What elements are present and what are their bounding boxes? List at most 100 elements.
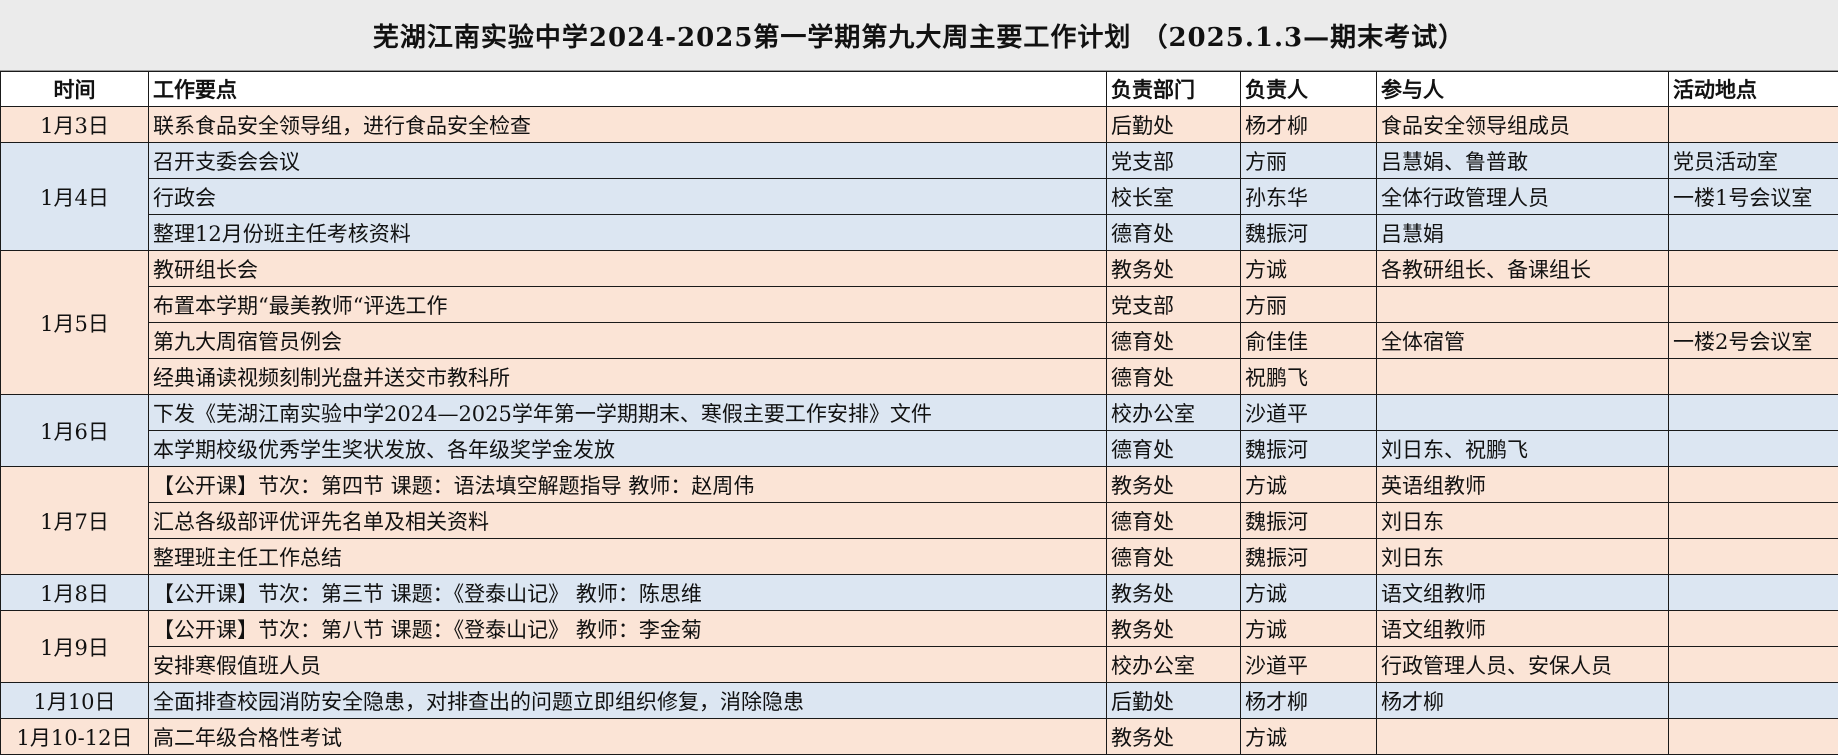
cell-participants[interactable]: 全体宿管 <box>1377 323 1669 359</box>
cell-location[interactable] <box>1669 359 1838 395</box>
cell-date[interactable]: 1月8日 <box>1 575 149 611</box>
cell-dept[interactable]: 教务处 <box>1107 719 1241 755</box>
cell-dept[interactable]: 校办公室 <box>1107 395 1241 431</box>
cell-dept[interactable]: 德育处 <box>1107 359 1241 395</box>
cell-task[interactable]: 布置本学期“最美教师“评选工作 <box>149 287 1107 323</box>
cell-location[interactable] <box>1669 395 1838 431</box>
cell-owner[interactable]: 方丽 <box>1241 287 1377 323</box>
cell-task[interactable]: 【公开课】节次：第八节 课题：《登泰山记》 教师：李金菊 <box>149 611 1107 647</box>
cell-task[interactable]: 安排寒假值班人员 <box>149 647 1107 683</box>
cell-owner[interactable]: 孙东华 <box>1241 179 1377 215</box>
cell-location[interactable] <box>1669 107 1838 143</box>
cell-dept[interactable]: 德育处 <box>1107 215 1241 251</box>
cell-participants[interactable]: 吕慧娟 <box>1377 215 1669 251</box>
cell-dept[interactable]: 教务处 <box>1107 611 1241 647</box>
cell-task[interactable]: 下发《芜湖江南实验中学2024—2025学年第一学期期末、寒假主要工作安排》文件 <box>149 395 1107 431</box>
cell-participants[interactable]: 英语组教师 <box>1377 467 1669 503</box>
cell-date[interactable]: 1月5日 <box>1 251 149 395</box>
cell-participants[interactable]: 吕慧娟、鲁普敢 <box>1377 143 1669 179</box>
header-dept[interactable]: 负责部门 <box>1107 72 1241 107</box>
cell-location[interactable]: 一楼1号会议室 <box>1669 179 1838 215</box>
cell-owner[interactable]: 方诚 <box>1241 611 1377 647</box>
cell-date[interactable]: 1月10日 <box>1 683 149 719</box>
cell-dept[interactable]: 德育处 <box>1107 503 1241 539</box>
cell-dept[interactable]: 党支部 <box>1107 287 1241 323</box>
cell-dept[interactable]: 校办公室 <box>1107 647 1241 683</box>
cell-date[interactable]: 1月7日 <box>1 467 149 575</box>
cell-dept[interactable]: 教务处 <box>1107 575 1241 611</box>
cell-date[interactable]: 1月4日 <box>1 143 149 251</box>
cell-date[interactable]: 1月9日 <box>1 611 149 683</box>
cell-participants[interactable]: 语文组教师 <box>1377 575 1669 611</box>
cell-dept[interactable]: 教务处 <box>1107 467 1241 503</box>
cell-owner[interactable]: 魏振河 <box>1241 503 1377 539</box>
cell-dept[interactable]: 校长室 <box>1107 179 1241 215</box>
header-participants[interactable]: 参与人 <box>1377 72 1669 107</box>
cell-task[interactable]: 召开支委会会议 <box>149 143 1107 179</box>
cell-participants[interactable] <box>1377 359 1669 395</box>
cell-task[interactable]: 全面排查校园消防安全隐患，对排查出的问题立即组织修复，消除隐患 <box>149 683 1107 719</box>
cell-location[interactable] <box>1669 539 1838 575</box>
cell-location[interactable] <box>1669 719 1838 755</box>
cell-participants[interactable]: 全体行政管理人员 <box>1377 179 1669 215</box>
cell-owner[interactable]: 祝鹏飞 <box>1241 359 1377 395</box>
cell-participants[interactable]: 行政管理人员、安保人员 <box>1377 647 1669 683</box>
cell-participants[interactable]: 语文组教师 <box>1377 611 1669 647</box>
cell-task[interactable]: 【公开课】节次：第三节 课题：《登泰山记》 教师：陈思维 <box>149 575 1107 611</box>
cell-dept[interactable]: 德育处 <box>1107 323 1241 359</box>
cell-location[interactable]: 党员活动室 <box>1669 143 1838 179</box>
cell-owner[interactable]: 方诚 <box>1241 467 1377 503</box>
cell-location[interactable] <box>1669 431 1838 467</box>
cell-task[interactable]: 经典诵读视频刻制光盘并送交市教科所 <box>149 359 1107 395</box>
header-location[interactable]: 活动地点 <box>1669 72 1838 107</box>
cell-location[interactable]: 一楼2号会议室 <box>1669 323 1838 359</box>
cell-owner[interactable]: 方诚 <box>1241 719 1377 755</box>
cell-location[interactable] <box>1669 647 1838 683</box>
cell-owner[interactable]: 魏振河 <box>1241 539 1377 575</box>
header-task[interactable]: 工作要点 <box>149 72 1107 107</box>
cell-owner[interactable]: 方丽 <box>1241 143 1377 179</box>
cell-owner[interactable]: 魏振河 <box>1241 215 1377 251</box>
cell-participants[interactable]: 杨才柳 <box>1377 683 1669 719</box>
cell-task[interactable]: 整理12月份班主任考核资料 <box>149 215 1107 251</box>
cell-participants[interactable]: 刘日东、祝鹏飞 <box>1377 431 1669 467</box>
cell-date[interactable]: 1月10-12日 <box>1 719 149 755</box>
cell-dept[interactable]: 党支部 <box>1107 143 1241 179</box>
cell-task[interactable]: 本学期校级优秀学生奖状发放、各年级奖学金发放 <box>149 431 1107 467</box>
cell-owner[interactable]: 俞佳佳 <box>1241 323 1377 359</box>
cell-dept[interactable]: 德育处 <box>1107 431 1241 467</box>
cell-participants[interactable] <box>1377 719 1669 755</box>
cell-participants[interactable]: 刘日东 <box>1377 503 1669 539</box>
cell-date[interactable]: 1月3日 <box>1 107 149 143</box>
cell-dept[interactable]: 教务处 <box>1107 251 1241 287</box>
cell-dept[interactable]: 后勤处 <box>1107 107 1241 143</box>
cell-task[interactable]: 汇总各级部评优评先名单及相关资料 <box>149 503 1107 539</box>
cell-task[interactable]: 教研组长会 <box>149 251 1107 287</box>
cell-location[interactable] <box>1669 503 1838 539</box>
cell-participants[interactable]: 各教研组长、备课组长 <box>1377 251 1669 287</box>
cell-location[interactable] <box>1669 215 1838 251</box>
header-owner[interactable]: 负责人 <box>1241 72 1377 107</box>
cell-dept[interactable]: 德育处 <box>1107 539 1241 575</box>
cell-owner[interactable]: 魏振河 <box>1241 431 1377 467</box>
cell-participants[interactable] <box>1377 395 1669 431</box>
cell-task[interactable]: 高二年级合格性考试 <box>149 719 1107 755</box>
cell-location[interactable] <box>1669 575 1838 611</box>
cell-task[interactable]: 【公开课】节次：第四节 课题：语法填空解题指导 教师：赵周伟 <box>149 467 1107 503</box>
cell-participants[interactable]: 食品安全领导组成员 <box>1377 107 1669 143</box>
cell-task[interactable]: 整理班主任工作总结 <box>149 539 1107 575</box>
cell-task[interactable]: 第九大周宿管员例会 <box>149 323 1107 359</box>
cell-owner[interactable]: 方诚 <box>1241 575 1377 611</box>
cell-task[interactable]: 联系食品安全领导组，进行食品安全检查 <box>149 107 1107 143</box>
cell-participants[interactable]: 刘日东 <box>1377 539 1669 575</box>
cell-owner[interactable]: 沙道平 <box>1241 647 1377 683</box>
cell-location[interactable] <box>1669 683 1838 719</box>
cell-owner[interactable]: 沙道平 <box>1241 395 1377 431</box>
cell-owner[interactable]: 方诚 <box>1241 251 1377 287</box>
cell-location[interactable] <box>1669 611 1838 647</box>
cell-owner[interactable]: 杨才柳 <box>1241 107 1377 143</box>
cell-owner[interactable]: 杨才柳 <box>1241 683 1377 719</box>
cell-task[interactable]: 行政会 <box>149 179 1107 215</box>
cell-participants[interactable] <box>1377 287 1669 323</box>
cell-date[interactable]: 1月6日 <box>1 395 149 467</box>
